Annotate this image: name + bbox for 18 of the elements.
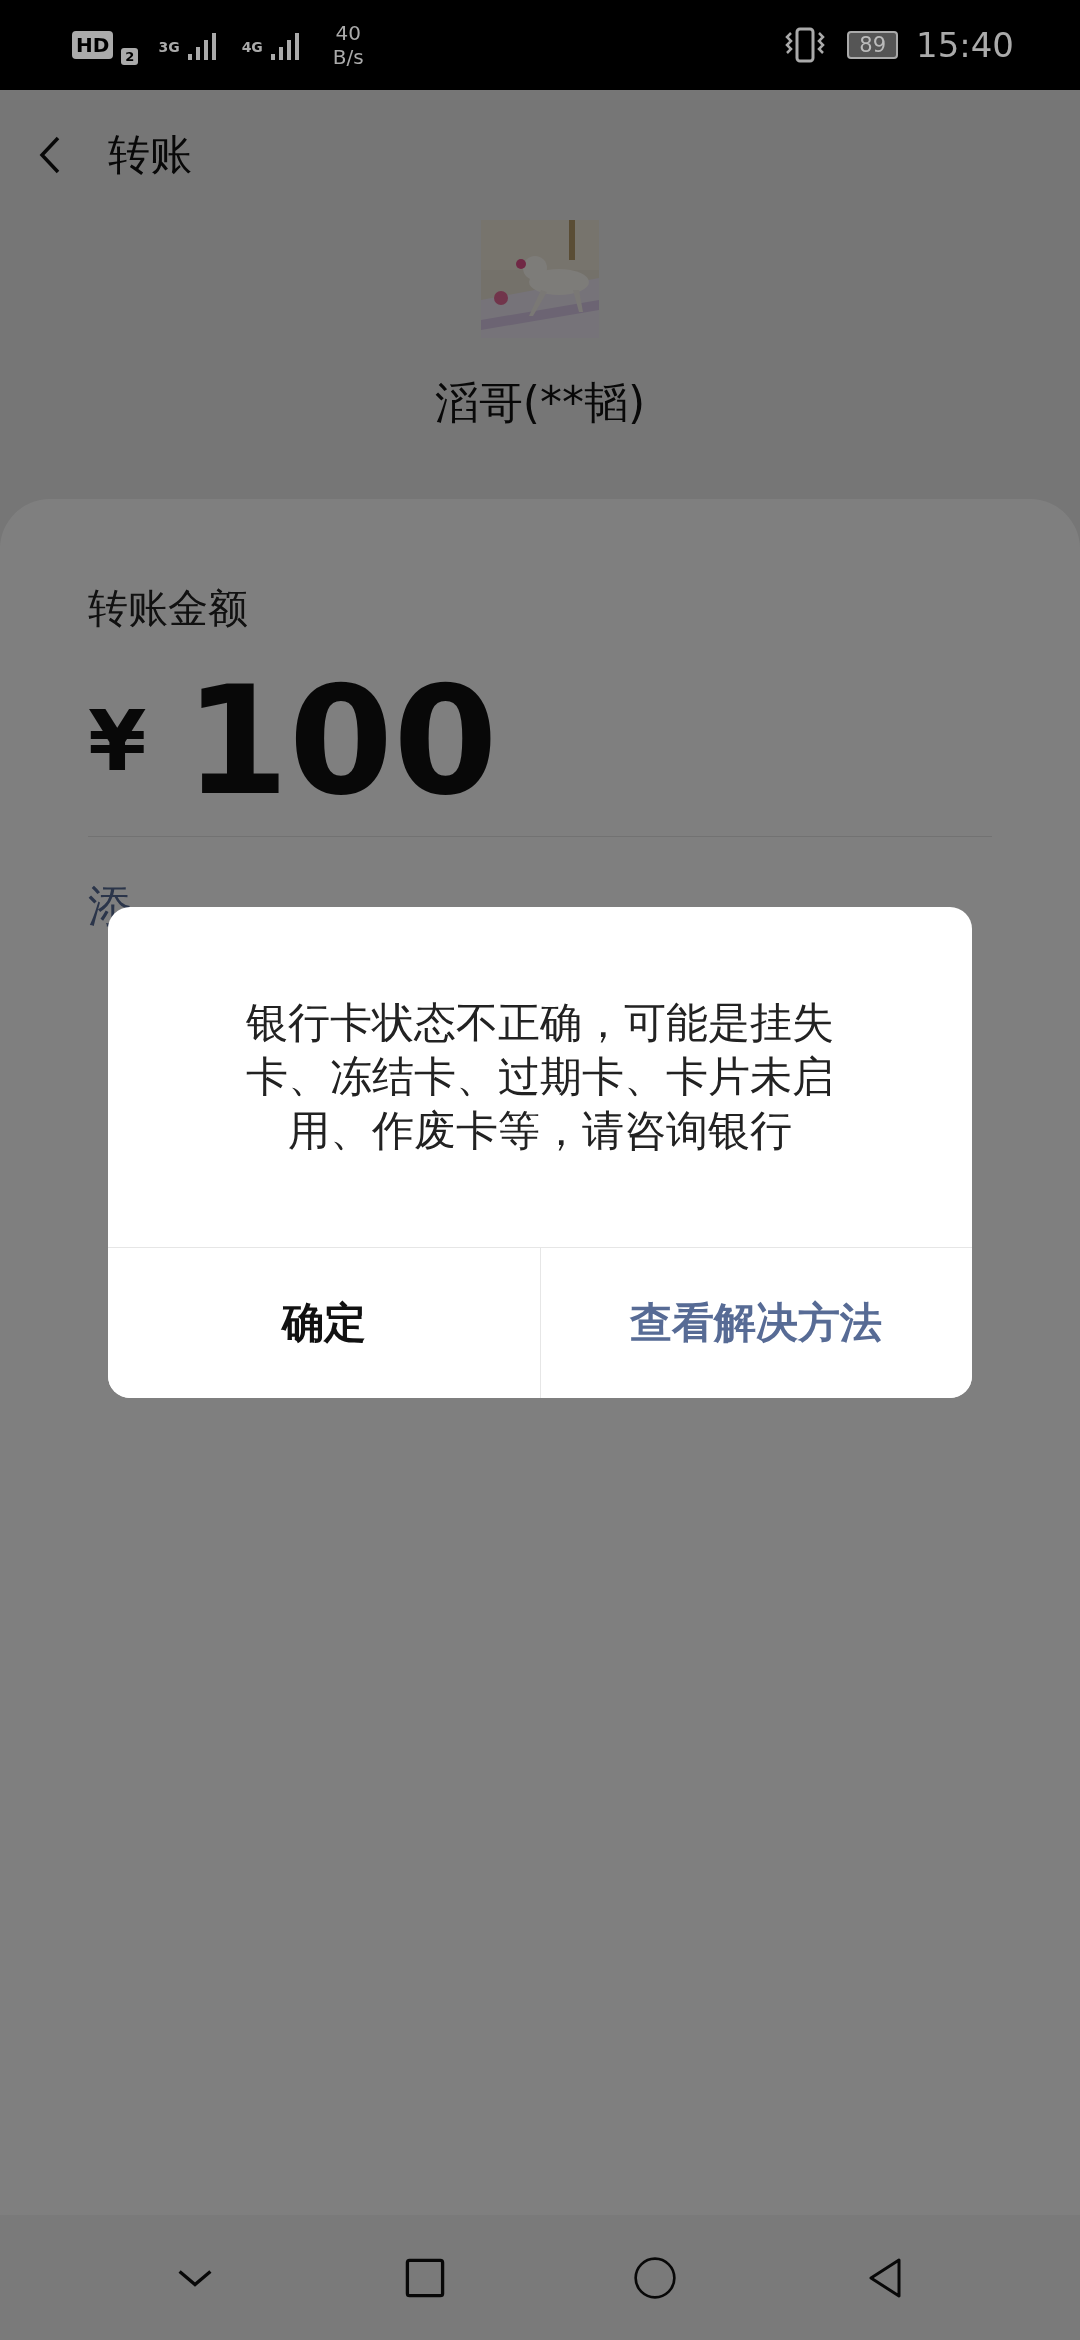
dialog-message: 银行卡状态不正确，可能是挂失卡、冻结卡、过期卡、卡片未启用、作废卡等，请咨询银行	[245, 997, 835, 1157]
payee-name: 滔哥(**韬)	[434, 376, 646, 430]
page-title: 转账	[108, 129, 192, 181]
network-label: 4G	[241, 39, 263, 55]
hd-badge: HD	[72, 31, 114, 59]
dialog-button[interactable]: 查看解决方法	[539, 1248, 972, 1398]
currency-symbol: ¥	[88, 692, 147, 790]
network-label: 3G	[158, 39, 180, 55]
battery-icon: 89	[847, 31, 898, 59]
net-speed-unit: B/s	[332, 45, 364, 69]
home-icon[interactable]	[633, 2255, 677, 2300]
vibrate-icon	[785, 27, 826, 63]
clock: 15:40	[916, 25, 1014, 65]
amount-value: 100	[184, 656, 498, 826]
net-speed: 40	[335, 21, 362, 45]
back-icon[interactable]	[38, 135, 62, 175]
sim-badge: 2	[121, 48, 139, 65]
amount-label: 转账金额	[88, 584, 248, 633]
